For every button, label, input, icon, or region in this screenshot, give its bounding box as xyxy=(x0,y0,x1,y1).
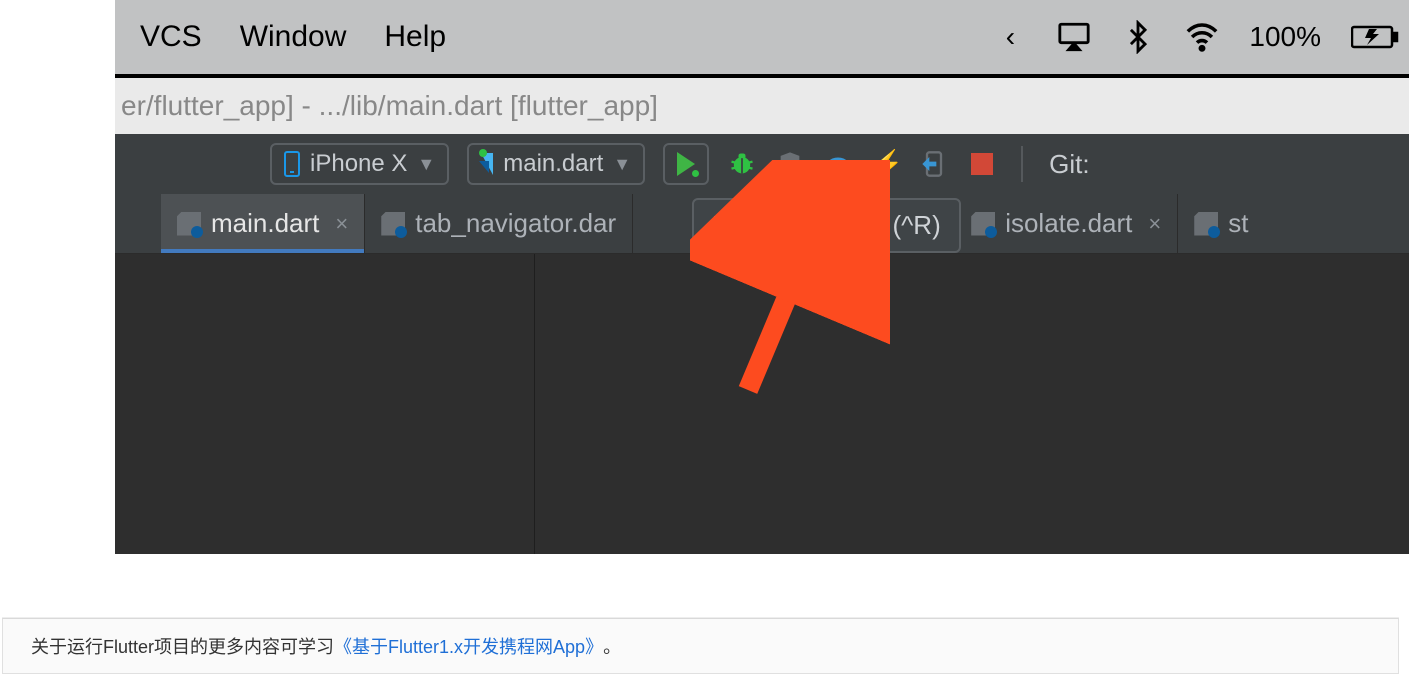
profiler-button[interactable] xyxy=(823,149,853,179)
editor-content[interactable] xyxy=(535,254,1409,554)
editor-area xyxy=(115,254,1409,554)
battery-percentage: 100% xyxy=(1249,21,1321,53)
tab-label: tab_navigator.dar xyxy=(415,208,616,239)
ide-toolbar: iPhone X ▼ main.dart ▼ ⚡ Git: xyxy=(115,134,1409,194)
battery-icon xyxy=(1351,20,1399,54)
dart-file-icon xyxy=(381,212,405,236)
hot-reload-button[interactable]: ⚡ xyxy=(871,149,901,179)
dart-file-icon xyxy=(177,212,201,236)
tooltip-text: Run 'main.dart' (^R) xyxy=(712,210,941,240)
debug-button[interactable] xyxy=(727,149,757,179)
wifi-icon[interactable] xyxy=(1185,20,1219,54)
note-suffix: 。 xyxy=(603,633,621,659)
run-button[interactable] xyxy=(663,143,709,185)
window-title-bar: er/flutter_app] - .../lib/main.dart [flu… xyxy=(115,78,1409,134)
flutter-attach-button[interactable] xyxy=(919,149,949,179)
toolbar-separator xyxy=(1021,146,1023,182)
editor-gutter xyxy=(115,254,535,554)
tab-label: st xyxy=(1228,208,1248,239)
tab-isolate-dart[interactable]: isolate.dart × xyxy=(955,194,1178,253)
bluetooth-icon[interactable] xyxy=(1121,20,1155,54)
run-config-selector[interactable]: main.dart ▼ xyxy=(467,143,645,185)
tab-truncated[interactable]: st xyxy=(1178,194,1264,253)
tab-label: main.dart xyxy=(211,208,319,239)
close-icon[interactable]: × xyxy=(1148,211,1161,237)
back-chevron-icon: ‹ xyxy=(993,20,1027,54)
chevron-down-icon: ▼ xyxy=(613,154,631,175)
git-label[interactable]: Git: xyxy=(1049,149,1089,180)
phone-icon xyxy=(284,151,300,177)
device-selector[interactable]: iPhone X ▼ xyxy=(270,143,449,185)
footer-note: 关于运行Flutter项目的更多内容可学习 《基于Flutter1.x开发携程网… xyxy=(2,618,1399,674)
run-config-label: main.dart xyxy=(503,150,603,178)
note-link[interactable]: 《基于Flutter1.x开发携程网App》 xyxy=(334,633,603,659)
menu-window[interactable]: Window xyxy=(240,20,347,54)
mac-menubar: VCS Window Help ‹ 100% xyxy=(115,0,1409,78)
dart-file-icon xyxy=(971,212,995,236)
menu-help[interactable]: Help xyxy=(384,20,446,54)
coverage-button[interactable] xyxy=(775,149,805,179)
chevron-down-icon: ▼ xyxy=(417,154,435,175)
close-icon[interactable]: × xyxy=(335,211,348,237)
tab-tab-navigator[interactable]: tab_navigator.dar xyxy=(365,194,633,253)
tab-label: isolate.dart xyxy=(1005,208,1132,239)
run-tooltip: Run 'main.dart' (^R) xyxy=(692,198,961,253)
menu-vcs[interactable]: VCS xyxy=(140,20,202,54)
stop-button[interactable] xyxy=(967,149,997,179)
window-title-text: er/flutter_app] - .../lib/main.dart [flu… xyxy=(121,90,658,122)
tab-main-dart[interactable]: main.dart × xyxy=(161,194,365,253)
stop-icon xyxy=(971,153,993,175)
note-prefix: 关于运行Flutter项目的更多内容可学习 xyxy=(31,633,334,659)
airplay-icon[interactable] xyxy=(1057,20,1091,54)
dart-file-icon xyxy=(1194,212,1218,236)
device-label: iPhone X xyxy=(310,150,407,178)
flutter-icon xyxy=(481,153,493,175)
